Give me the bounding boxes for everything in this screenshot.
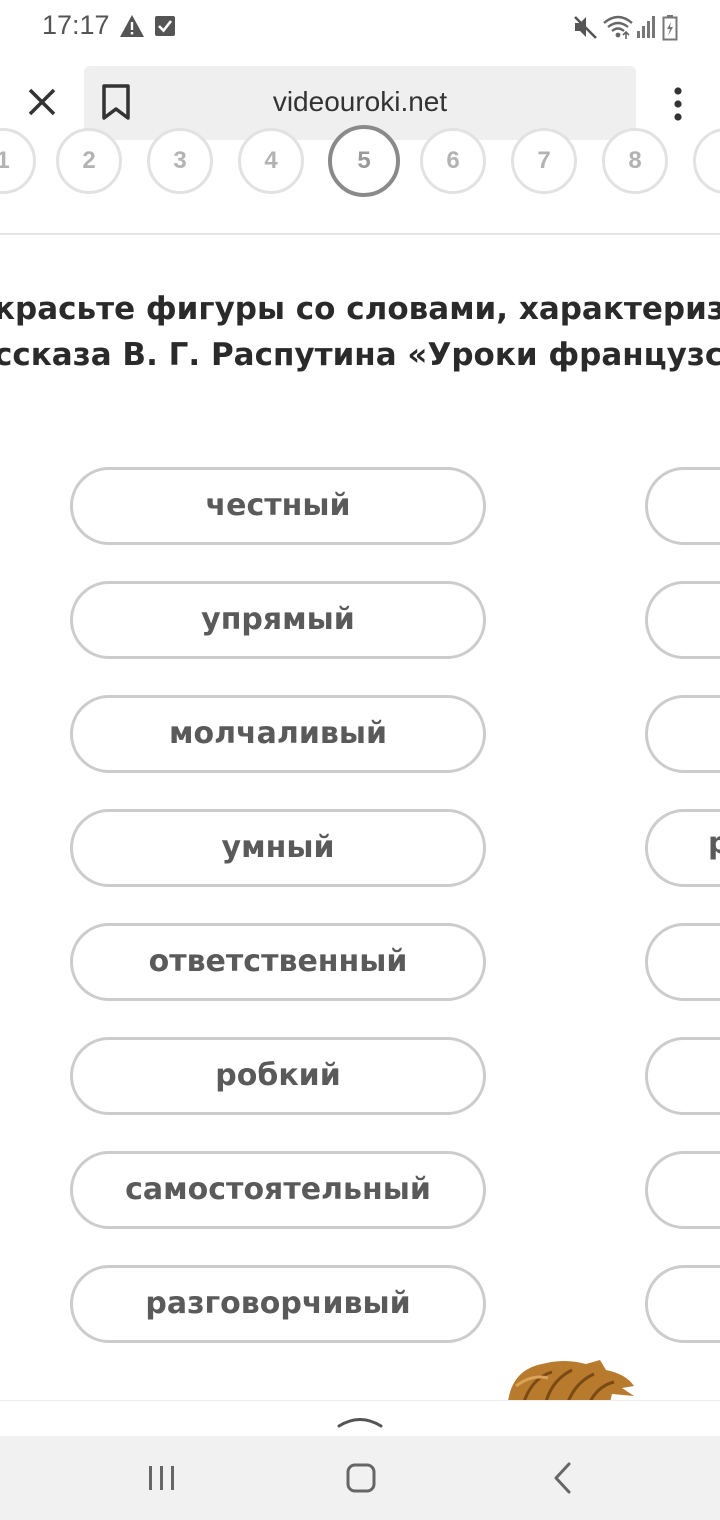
option-samostoyatelnyy[interactable]: самостоятельный — [70, 1151, 486, 1229]
recent-apps-icon[interactable] — [139, 1458, 183, 1498]
system-nav-bar — [0, 1436, 720, 1520]
divider — [0, 233, 720, 235]
question-pager: 1 2 3 4 5 6 7 8 9 — [0, 125, 720, 200]
page-button-active[interactable]: 5 — [328, 125, 400, 197]
option-right[interactable] — [645, 1151, 720, 1229]
status-time: 17:17 — [42, 10, 110, 40]
question-text: красьте фигуры со словами, характеризую … — [0, 286, 720, 378]
screen: 17:17 videouroki.net 1 2 3 4 5 6 7 8 кра… — [0, 0, 720, 1520]
option-right[interactable] — [645, 923, 720, 1001]
warning-icon — [120, 15, 144, 37]
option-right[interactable] — [645, 1037, 720, 1115]
url-text: videouroki.net — [272, 86, 448, 117]
page-button[interactable]: 7 — [511, 128, 577, 194]
page-button[interactable]: 1 — [0, 128, 36, 194]
page-button[interactable]: 3 — [147, 128, 213, 194]
question-line: ссказа В. Г. Распутина «Уроки французско — [0, 337, 720, 373]
close-icon[interactable] — [20, 80, 64, 124]
more-vert-icon[interactable] — [660, 82, 696, 126]
page-button[interactable]: 8 — [602, 128, 668, 194]
page-button[interactable]: 9 — [693, 128, 720, 194]
option-right[interactable] — [645, 581, 720, 659]
option-right[interactable] — [645, 695, 720, 773]
option-otvetstvennyy[interactable]: ответственный — [70, 923, 486, 1001]
battery-icon — [662, 15, 678, 41]
question-line: красьте фигуры со словами, характеризую — [0, 291, 720, 327]
checkbox-icon — [155, 16, 175, 36]
bookmark-icon[interactable] — [96, 80, 136, 124]
option-robkiy[interactable]: робкий — [70, 1037, 486, 1115]
option-right[interactable] — [645, 467, 720, 545]
signal-icon — [637, 16, 655, 38]
page-button[interactable]: 4 — [238, 128, 304, 194]
option-chestnyy[interactable]: честный — [70, 467, 486, 545]
mascot-illustration — [508, 1360, 634, 1402]
back-icon[interactable] — [541, 1458, 585, 1498]
wifi-icon — [603, 15, 633, 39]
home-icon[interactable] — [339, 1458, 383, 1498]
option-razgovorchivyy[interactable]: разговорчивый — [70, 1265, 486, 1343]
mute-icon — [574, 16, 597, 39]
option-upryamyy[interactable]: упрямый — [70, 581, 486, 659]
option-right[interactable] — [645, 1265, 720, 1343]
page-button[interactable]: 2 — [56, 128, 122, 194]
option-right-label: р — [708, 826, 720, 861]
option-right[interactable]: р — [645, 809, 720, 887]
option-umnyy[interactable]: умный — [70, 809, 486, 887]
chevron-up-icon[interactable] — [336, 1411, 384, 1429]
page-button[interactable]: 6 — [420, 128, 486, 194]
option-molchalivyy[interactable]: молчаливый — [70, 695, 486, 773]
scroll-up-strip — [0, 1400, 720, 1437]
status-bar: 17:17 — [0, 0, 720, 56]
